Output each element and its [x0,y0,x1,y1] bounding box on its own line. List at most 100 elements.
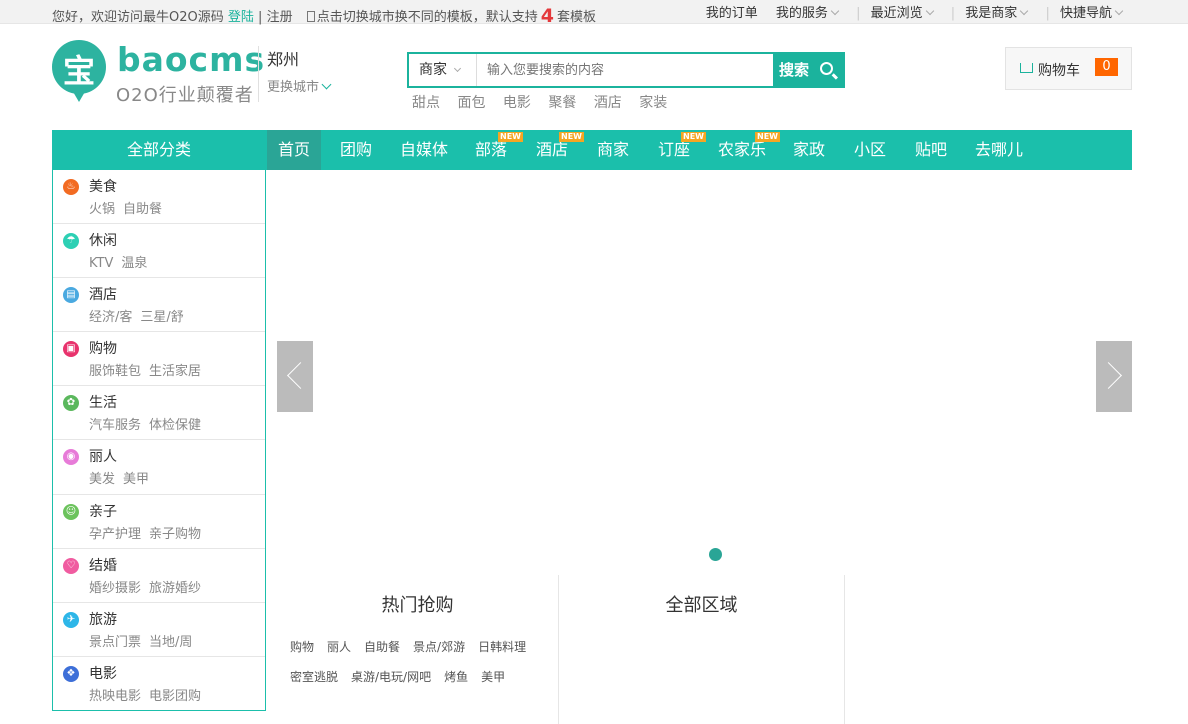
hot-keyword[interactable]: 电影 [503,95,531,111]
category-sub-link[interactable]: 景点门票 [89,635,141,650]
category-sub-link[interactable]: 婚纱摄影 [89,581,141,596]
category-title[interactable]: 美食 [89,176,117,196]
my-services-link[interactable]: 我的服务 [776,6,840,21]
category-sub-link[interactable]: 火锅 [89,202,115,217]
category-sub-link[interactable]: 美甲 [123,472,149,487]
category-sub-link[interactable]: 美发 [89,472,115,487]
merchant-label: 我是商家 [965,6,1018,21]
nav-item-home[interactable]: 首页 [267,130,322,170]
category-title[interactable]: 购物 [89,338,117,358]
hot-keyword[interactable]: 甜点 [412,95,440,111]
divider: | [856,6,861,21]
carousel-dot[interactable] [709,548,722,561]
category-sub-link[interactable]: 旅游婚纱 [149,581,201,596]
category-sub-link[interactable]: 三星/舒 [140,310,183,325]
hot-deal-link[interactable]: 桌游/电玩/网吧 [351,662,431,692]
register-link[interactable]: 注册 [267,10,293,25]
wedding-icon: ♡ [63,557,79,574]
category-movie[interactable]: ❖ 电影 热映电影 电影团购 [53,657,265,711]
logo-pin-icon: 宝 [52,40,106,102]
hotel-icon: ▤ [63,287,79,304]
hot-deal-link[interactable]: 自助餐 [364,632,400,662]
city-selector: 郑州 更换城市 [258,46,332,102]
hot-deal-link[interactable]: 购物 [290,632,314,662]
nav-item-community[interactable]: 小区 [854,130,886,170]
category-hotel[interactable]: ▤ 酒店 经济/客 三星/舒 [53,278,265,333]
category-sub-link[interactable]: 亲子购物 [149,527,201,542]
hot-keyword[interactable]: 酒店 [594,95,622,111]
nav-item-media[interactable]: 自媒体 [400,130,448,170]
hot-keyword[interactable]: 面包 [457,95,485,111]
category-leisure[interactable]: ☂ 休闲 KTV 温泉 [53,224,265,279]
travel-icon: ✈ [63,611,79,628]
logo-glyph: 宝 [62,52,95,90]
all-categories-button[interactable]: 全部分类 [52,130,266,170]
category-sub-link[interactable]: 经济/客 [89,310,132,325]
category-sub-link[interactable]: 自助餐 [123,202,162,217]
chevron-down-icon [830,6,840,16]
search-input[interactable] [477,54,775,86]
category-title[interactable]: 生活 [89,392,117,412]
mobile-icon [306,11,315,22]
change-city-link[interactable]: 更换城市 [267,76,332,95]
category-wedding[interactable]: ♡ 结婚 婚纱摄影 旅游婚纱 [53,549,265,603]
category-subs: KTV 温泉 [89,252,155,271]
hot-deal-link[interactable]: 美甲 [481,662,505,692]
category-sub-link[interactable]: 当地/周 [149,635,192,650]
shopping-icon: ▣ [63,341,79,358]
recent-views-label: 最近浏览 [870,6,923,21]
category-travel[interactable]: ✈ 旅游 景点门票 当地/周 [53,603,265,657]
hot-deal-link[interactable]: 景点/郊游 [413,632,465,662]
carousel-next-button[interactable] [1096,341,1132,412]
nav-item-forum[interactable]: 贴吧 [915,130,947,170]
category-food[interactable]: ♨ 美食 火锅 自助餐 [53,170,265,225]
category-title[interactable]: 丽人 [89,446,117,466]
nav-item-merchants[interactable]: 商家 [597,130,629,170]
category-beauty[interactable]: ◉ 丽人 美发 美甲 [53,440,265,495]
my-orders-link[interactable]: 我的订单 [706,6,758,21]
chevron-down-icon [321,79,332,90]
category-title[interactable]: 亲子 [89,501,117,521]
merchant-link[interactable]: 我是商家 [965,6,1029,21]
category-sub-link[interactable]: 温泉 [121,256,147,271]
hot-deal-link[interactable]: 烤鱼 [444,662,468,692]
category-sub-link[interactable]: KTV [89,256,113,271]
hot-deal-link[interactable]: 丽人 [327,632,351,662]
category-title[interactable]: 结婚 [89,555,117,575]
nav-item-travel[interactable]: 去哪儿 [975,130,1023,170]
category-sub-link[interactable]: 体检保健 [149,418,201,433]
category-title[interactable]: 旅游 [89,609,117,629]
category-title[interactable]: 电影 [89,663,117,683]
quick-nav-label: 快捷导航 [1059,6,1112,21]
nav-item-housekeeping[interactable]: 家政 [793,130,825,170]
category-subs: 经济/客 三星/舒 [89,306,192,325]
hot-deal-link[interactable]: 日韩料理 [478,632,526,662]
search-icon [820,62,833,75]
search-button[interactable]: 搜索 [773,54,843,86]
category-family[interactable]: ☺ 亲子 孕产护理 亲子购物 [53,495,265,549]
login-link[interactable]: 登陆 [228,10,254,25]
hot-keyword[interactable]: 聚餐 [548,95,576,111]
category-life[interactable]: ✿ 生活 汽车服务 体检保健 [53,386,265,441]
hot-deal-link[interactable]: 密室逃脱 [290,662,338,692]
cart-button[interactable]: 购物车 0 [1005,47,1132,90]
category-sub-link[interactable]: 孕产护理 [89,527,141,542]
template-count: 4 [540,5,554,27]
hot-keywords: 甜点 面包 电影 聚餐 酒店 家装 [412,92,680,112]
carousel-prev-button[interactable] [277,341,313,412]
nav-item-groupbuy[interactable]: 团购 [340,130,372,170]
search-type-select[interactable]: 商家 [409,54,477,86]
hot-keyword[interactable]: 家装 [639,95,667,111]
category-sub-link[interactable]: 电影团购 [149,689,201,704]
category-sub-link[interactable]: 生活家居 [149,364,201,379]
category-title[interactable]: 酒店 [89,284,117,304]
new-badge: NEW [755,132,780,142]
recent-views-link[interactable]: 最近浏览 [870,6,934,21]
category-title[interactable]: 休闲 [89,230,117,250]
category-sub-link[interactable]: 热映电影 [89,689,141,704]
category-sub-link[interactable]: 汽车服务 [89,418,141,433]
category-sub-link[interactable]: 服饰鞋包 [89,364,141,379]
quick-nav-link[interactable]: 快捷导航 [1059,6,1124,21]
category-shopping[interactable]: ▣ 购物 服饰鞋包 生活家居 [53,332,265,387]
category-subs: 服饰鞋包 生活家居 [89,360,209,379]
